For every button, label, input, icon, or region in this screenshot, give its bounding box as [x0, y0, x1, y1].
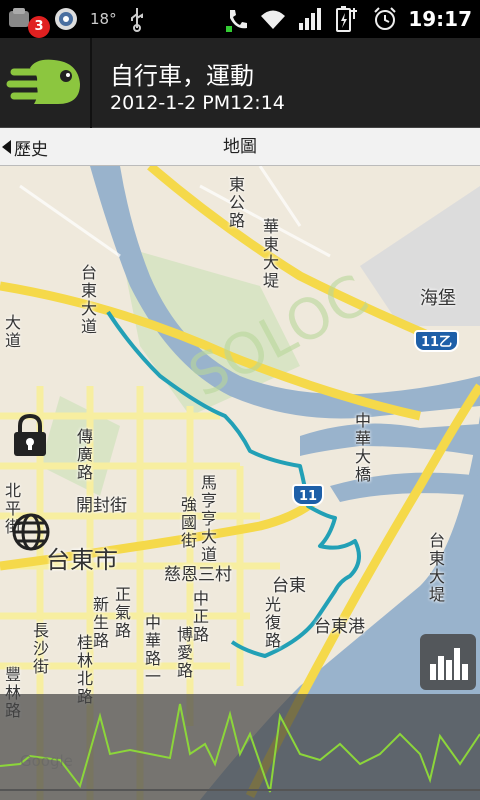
history-tab-label: 歷史 [14, 139, 48, 160]
bar-chart-icon [430, 648, 468, 680]
signal-icon [299, 8, 322, 30]
map-label-zhonghua-bridge: 中華大橋 [354, 411, 371, 484]
tab-bar: 歷史 地圖 [0, 128, 480, 166]
status-bar-right: 19:17 [226, 4, 472, 34]
speed-graph-panel: Google [0, 694, 480, 800]
map-type-button[interactable] [10, 511, 52, 553]
map-label-zhonghua1: 中華路一 [144, 613, 161, 686]
road-11b-shield: 11乙 [414, 330, 460, 352]
map-label-dongfu: 東公路 [228, 175, 245, 230]
usb-icon [130, 8, 143, 32]
activity-title: 自行車，運動 [110, 62, 254, 90]
status-bar-left: 3 18° [6, 4, 147, 38]
status-bar: 3 18° 19:17 [0, 0, 480, 38]
activity-datetime: 2012-1-2 PM12:14 [110, 92, 285, 114]
map-label-dadao: 大道 [4, 313, 21, 350]
map-label-zhengqi: 正氣路 [114, 585, 131, 640]
map-label-mahengheng: 馬亨亨大道 [200, 473, 217, 564]
map-label-ciensan: 慈恩三村 [164, 565, 232, 585]
map-label-zhongzheng: 中正路 [192, 589, 209, 644]
activity-header: 自行車，運動 2012-1-2 PM12:14 [0, 38, 480, 128]
map-label-taitung-dadao: 台東大道 [80, 263, 97, 336]
speed-graph [0, 703, 480, 793]
alarm-icon [374, 7, 397, 30]
app-logo [0, 38, 92, 128]
map-lock-button[interactable] [10, 414, 50, 458]
app-logo-icon [6, 59, 80, 104]
globe-icon [12, 513, 50, 551]
map-label-bohai: 博愛路 [176, 625, 193, 680]
map-label-taitung-port: 台東港 [314, 617, 365, 637]
map-label-qiangguo: 強國街 [180, 495, 197, 550]
wifi-icon [261, 10, 286, 29]
road-11-shield: 11 [292, 484, 325, 506]
temperature-text: 18° [90, 10, 117, 28]
map-view[interactable]: SOLOC 海堡 台東市 開封街 慈恩三村 台東 台東港 傳廣路 長沙街 中華大… [0, 166, 480, 800]
map-tab-title: 地圖 [223, 137, 257, 157]
history-back-button[interactable]: 歷史 [2, 128, 48, 166]
back-arrow-icon [2, 140, 11, 154]
battery-icon [336, 6, 358, 32]
map-label-taitung: 台東 [272, 576, 306, 596]
notification-badge: 3 [28, 16, 50, 38]
map-attribution: Google [20, 752, 73, 770]
map-label-taitung-dadi: 台東大堤 [428, 531, 445, 604]
map-label-huadong: 華東大堤 [262, 217, 279, 290]
phone-icon [226, 10, 248, 32]
lock-icon [14, 414, 46, 456]
map-label-taitung-city: 台東市 [46, 546, 118, 574]
map-label-haibao: 海堡 [420, 288, 456, 309]
map-label-chuanguang: 傳廣路 [76, 427, 93, 482]
app-icon [55, 8, 77, 30]
map-label-xinsheng: 新生路 [92, 595, 109, 650]
elevation-chart-button[interactable] [420, 634, 476, 690]
map-label-guangfu: 光復路 [264, 595, 281, 650]
map-label-changsha: 長沙街 [32, 621, 49, 676]
map-label-kaifeng: 開封街 [76, 496, 127, 516]
clock-text: 19:17 [408, 7, 472, 31]
